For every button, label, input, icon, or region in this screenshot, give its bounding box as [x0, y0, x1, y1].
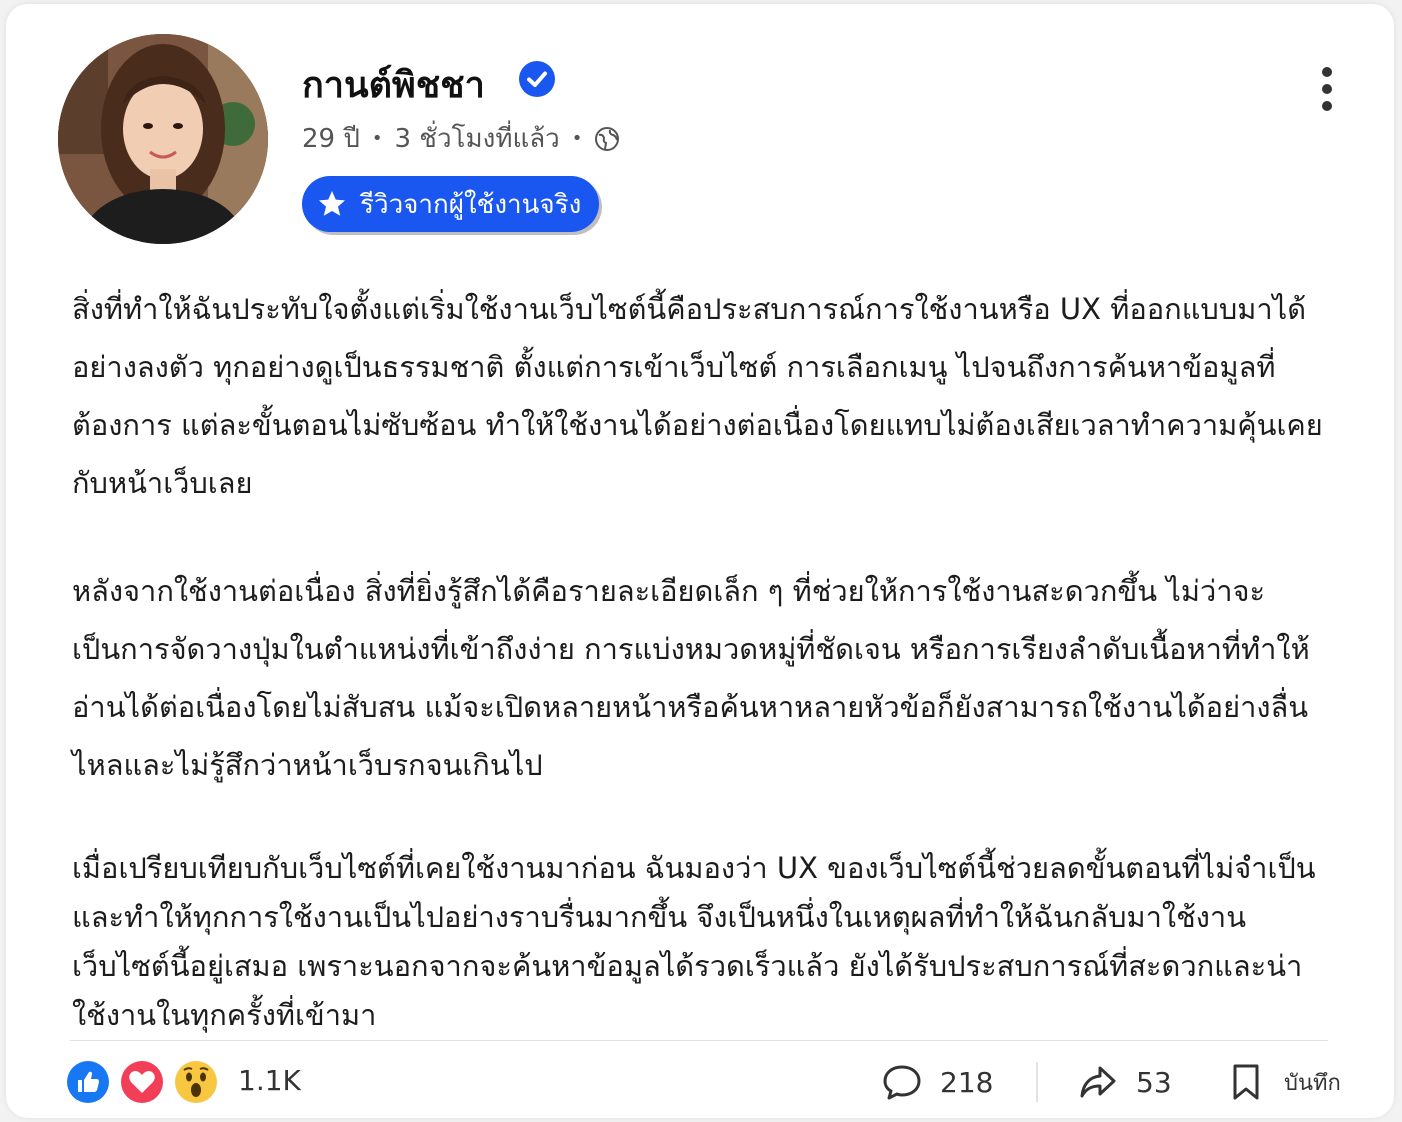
- post-body: สิ่งที่ทำให้ฉันประทับใจตั้งแต่เริ่มใช้งา…: [72, 280, 1326, 1090]
- verified-check-icon: [519, 61, 555, 97]
- verified-review-badge: รีวิวจากผู้ใช้งานจริง: [302, 176, 600, 232]
- star-icon: [319, 191, 345, 216]
- meta-separator: •: [571, 128, 583, 149]
- author-age: 29 ปี: [302, 124, 360, 154]
- save-button[interactable]: บันทึก: [1226, 1062, 1341, 1102]
- save-label: บันทึก: [1284, 1070, 1341, 1096]
- globe-icon: [595, 126, 620, 151]
- avatar[interactable]: [58, 34, 268, 244]
- avatar-photo: [58, 34, 268, 244]
- footer-divider: [70, 1040, 1328, 1041]
- more-vertical-icon[interactable]: [1312, 64, 1342, 114]
- bookmark-icon: [1233, 1064, 1259, 1100]
- post-card: กานต์พิชชา 29 ปี • 3 ชั่วโมงที่แล้ว • รี…: [6, 4, 1394, 1118]
- share-button[interactable]: 53: [1078, 1062, 1172, 1102]
- share-icon: [1080, 1066, 1116, 1098]
- post-meta: 29 ปี • 3 ชั่วโมงที่แล้ว •: [302, 118, 620, 159]
- comment-count: 218: [940, 1065, 994, 1099]
- post-footer: 1.1K 218 53 บันทึก: [66, 1056, 1341, 1110]
- post-time[interactable]: 3 ชั่วโมงที่แล้ว: [394, 118, 559, 159]
- comment-icon: [883, 1065, 921, 1100]
- like-reaction-icon[interactable]: [66, 1060, 110, 1104]
- reaction-count[interactable]: 1.1K: [238, 1064, 301, 1097]
- post-paragraph: เมื่อเปรียบเทียบกับเว็บไซต์ที่เคยใช้งานม…: [72, 851, 1316, 1032]
- comment-button[interactable]: 218: [882, 1062, 993, 1102]
- footer-separator: [1036, 1062, 1038, 1102]
- post-paragraph: หลังจากใช้งานต่อเนื่อง สิ่งที่ยิ่งรู้สึก…: [72, 574, 1310, 782]
- author-name[interactable]: กานต์พิชชา: [302, 56, 485, 113]
- meta-separator: •: [371, 128, 383, 149]
- badge-label: รีวิวจากผู้ใช้งานจริง: [360, 189, 582, 220]
- share-count: 53: [1136, 1065, 1172, 1099]
- wow-reaction-icon[interactable]: [174, 1060, 218, 1104]
- post-paragraph: สิ่งที่ทำให้ฉันประทับใจตั้งแต่เริ่มใช้งา…: [72, 292, 1323, 500]
- love-reaction-icon[interactable]: [120, 1060, 164, 1104]
